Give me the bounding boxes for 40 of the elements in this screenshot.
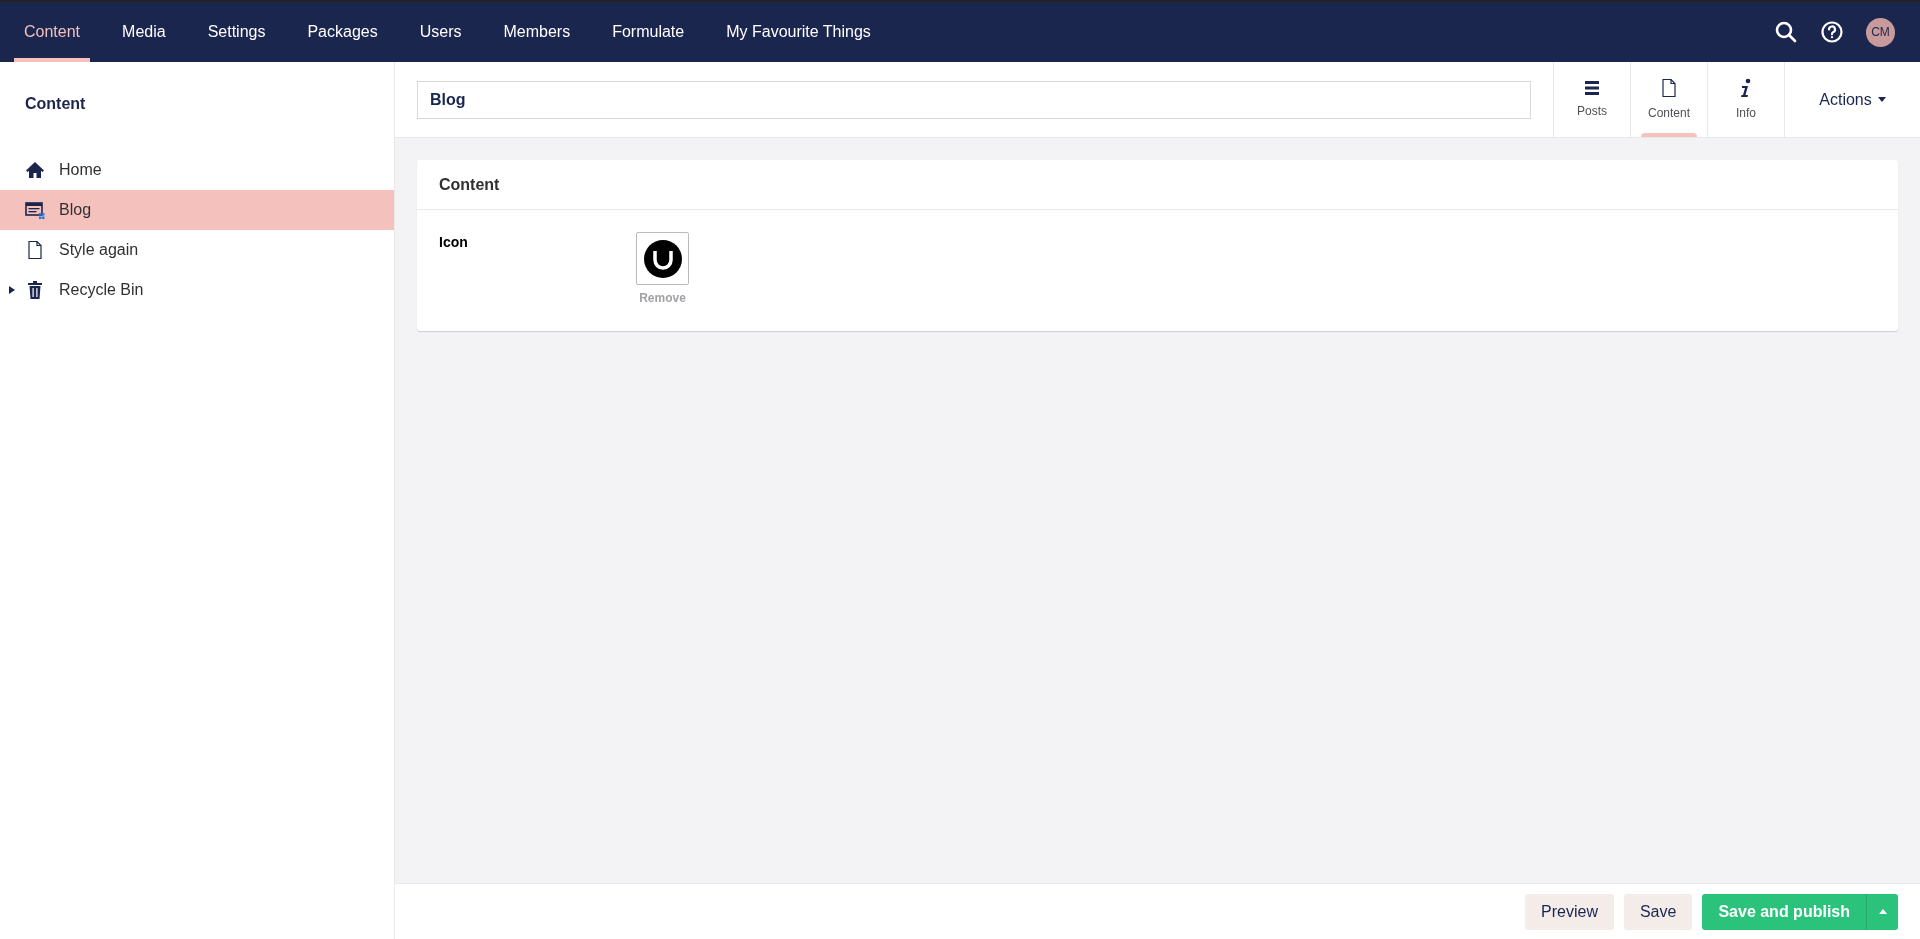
caret-icon [1878, 909, 1887, 914]
section-tab[interactable]: Packages [297, 2, 388, 62]
app-tab[interactable]: Info [1707, 62, 1784, 137]
trash-icon [25, 280, 45, 300]
tree-item[interactable]: Recycle Bin [0, 270, 394, 310]
footer-button[interactable]: Preview [1525, 893, 1614, 930]
app-tab[interactable]: Posts [1553, 62, 1630, 137]
publish-options-button[interactable] [1866, 893, 1898, 930]
list-icon [1584, 79, 1600, 96]
home-icon [25, 160, 45, 180]
section-tab[interactable]: My Favourite Things [716, 2, 881, 62]
user-avatar[interactable]: CM [1866, 17, 1895, 47]
sidebar-title: Content [24, 94, 87, 114]
app-tab[interactable]: Content [1630, 62, 1707, 137]
tree-item[interactable]: Style again [0, 230, 394, 270]
panel-title: Content [417, 160, 1898, 210]
media-thumbnail[interactable] [636, 232, 689, 285]
search-icon[interactable] [1774, 20, 1798, 44]
section-tab[interactable]: Users [409, 2, 472, 62]
tree-item-label: Home [59, 160, 102, 180]
tree-item-label: Recycle Bin [59, 280, 144, 300]
logo-icon [643, 239, 682, 278]
tree-item[interactable]: Blog [0, 190, 394, 230]
section-tab[interactable]: Formulate [602, 2, 695, 62]
tree-item[interactable]: Home [0, 150, 394, 190]
section-tab[interactable]: Media [112, 2, 176, 62]
tree-item-label: Blog [59, 200, 92, 220]
property-label: Icon [439, 233, 469, 252]
list-window-icon [25, 200, 45, 220]
name-field[interactable]: Blog [417, 80, 1531, 119]
help-icon[interactable] [1820, 20, 1844, 44]
document-icon [1659, 77, 1679, 98]
tree-item-label: Style again [59, 240, 139, 260]
section-tab[interactable]: Settings [197, 2, 276, 62]
actions-button[interactable]: Actions [1784, 62, 1920, 137]
caret-icon [1877, 97, 1886, 102]
footer-button[interactable]: Save [1623, 893, 1693, 930]
document-icon [25, 240, 45, 260]
section-tab[interactable]: Members [493, 2, 581, 62]
expand-caret-icon[interactable] [9, 286, 15, 294]
